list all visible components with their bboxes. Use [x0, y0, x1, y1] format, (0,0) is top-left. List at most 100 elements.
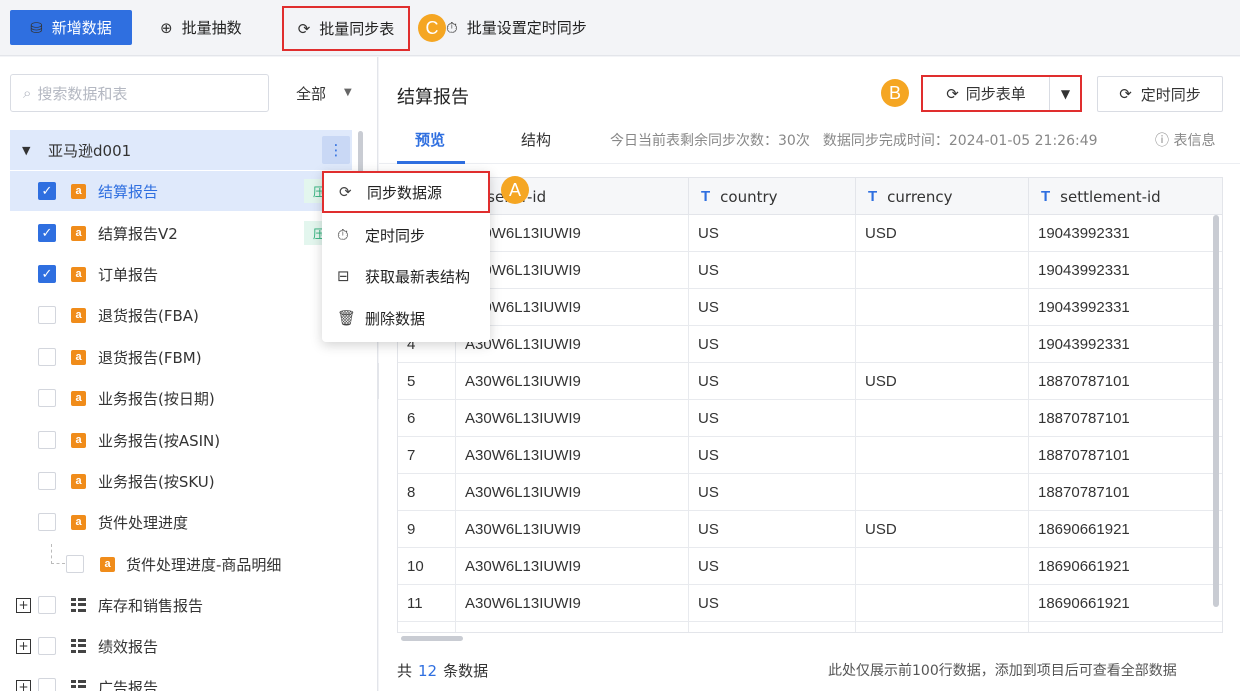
amazon-icon: a	[71, 183, 86, 199]
table-cell	[855, 474, 1028, 510]
menu-item-sync-source[interactable]: ⟳ 同步数据源	[322, 171, 490, 213]
table-row[interactable]: 4 A30W6L13IUWI9 US 19043992331	[398, 326, 1222, 363]
tree-item[interactable]: a 业务报告(按日期)	[10, 378, 352, 418]
table-cell: A30W6L13IUWI9	[455, 363, 688, 399]
checkbox[interactable]	[38, 513, 56, 531]
row-index-cell: 5	[407, 372, 416, 390]
checkbox[interactable]	[38, 306, 56, 324]
table-group-icon	[71, 679, 86, 691]
table-group-icon	[71, 638, 86, 654]
table-row[interactable]: 6 A30W6L13IUWI9 US 18870787101	[398, 400, 1222, 437]
text-type-icon: T	[701, 188, 711, 205]
data-table: Tseller-id Tcountry Tcurrency Tsettlemen…	[397, 177, 1223, 633]
schedule-sync-button[interactable]: ⟳ 定时同步	[1097, 76, 1223, 112]
timer-icon: ⏱	[337, 226, 349, 244]
annotation-marker-b: B	[881, 79, 909, 107]
tree-item[interactable]: a 货件处理进度-商品明细	[10, 544, 352, 584]
new-data-button[interactable]: ⛁ 新增数据	[10, 10, 132, 45]
table-row[interactable]: 10 A30W6L13IUWI9 US 18690661921	[398, 548, 1222, 585]
table-vertical-scrollbar[interactable]	[1213, 215, 1219, 607]
more-options-icon[interactable]: ⋮	[322, 136, 350, 164]
page-title: 结算报告	[397, 87, 469, 108]
tree-item-label: 结算报告	[98, 182, 159, 201]
tree-item-label: 退货报告(FBM)	[98, 348, 202, 367]
table-row[interactable]: 5 A30W6L13IUWI9 US USD 18870787101	[398, 363, 1222, 400]
amazon-icon: a	[71, 514, 86, 530]
expand-plus-icon[interactable]: +	[16, 638, 31, 654]
tree-item[interactable]: a 业务报告(按SKU)	[10, 461, 352, 501]
table-cell: USD	[855, 215, 1028, 251]
row-count-suffix: 条数据	[443, 662, 489, 680]
table-cell: US	[688, 474, 855, 510]
amazon-icon: a	[71, 225, 86, 241]
table-row[interactable]: 3A30W6L13IUWI9US19043992331	[398, 289, 1222, 326]
column-header[interactable]: Tsettlement-id	[1028, 178, 1222, 215]
search-input[interactable]: ⌕ 搜索数据和表	[10, 74, 269, 112]
tree-item[interactable]: a 退货报告(FBM)	[10, 337, 352, 377]
column-header[interactable]: Tcurrency	[855, 178, 1028, 215]
menu-item-schedule-sync[interactable]: ⏱ 定时同步	[322, 214, 490, 256]
batch-sync-button[interactable]: ⟳ 批量同步表	[282, 6, 410, 51]
batch-schedule-button[interactable]: ⏱ 批量设置定时同步	[446, 10, 587, 45]
checkbox[interactable]: ✓	[38, 182, 56, 200]
menu-item-fetch-schema[interactable]: ⊟ 获取最新表结构	[322, 255, 490, 297]
checkbox[interactable]	[38, 431, 56, 449]
menu-item-delete[interactable]: 🗑 删除数据	[322, 297, 490, 339]
table-cell: 18690661921	[1028, 511, 1222, 547]
table-cell: US	[688, 585, 855, 621]
table-horizontal-scrollbar[interactable]	[401, 636, 463, 641]
checkbox[interactable]	[38, 472, 56, 490]
tree-group[interactable]: + 库存和销售报告	[10, 585, 352, 625]
schema-refresh-icon: ⊟	[337, 267, 350, 285]
table-row[interactable]: 9 A30W6L13IUWI9 US USD 18690661921	[398, 511, 1222, 548]
expand-plus-icon[interactable]: +	[16, 597, 31, 613]
table-cell: 18690661921	[1028, 585, 1222, 621]
checkbox[interactable]	[38, 389, 56, 407]
table-cell: 19043992331	[1028, 326, 1222, 362]
tree-item[interactable]: ✓ a 结算报告V2 压	[10, 213, 352, 253]
checkbox[interactable]	[38, 348, 56, 366]
table-row[interactable]: 7 A30W6L13IUWI9 US 18870787101	[398, 437, 1222, 474]
tree-item[interactable]: ✓ a 结算报告 压	[10, 171, 352, 211]
filter-value: 全部	[296, 85, 327, 103]
tree-item[interactable]: ✓ a 订单报告	[10, 254, 352, 294]
filter-select[interactable]: 全部 ▼	[296, 83, 352, 104]
tab-structure[interactable]: 结构	[521, 129, 551, 150]
table-row[interactable]: 2A30W6L13IUWI9US19043992331	[398, 252, 1222, 289]
table-row[interactable]: 8 A30W6L13IUWI9 US 18870787101	[398, 474, 1222, 511]
tree-root-node[interactable]: ▼ 亚马逊d001 ⋮	[10, 130, 352, 170]
table-cell: A30W6L13IUWI9	[455, 548, 688, 584]
table-cell: US	[688, 289, 855, 325]
annotation-marker-a: A	[501, 176, 529, 204]
tab-preview[interactable]: 预览	[415, 129, 445, 150]
expand-triangle-icon[interactable]: ▼	[22, 144, 30, 157]
row-index-cell: 7	[407, 446, 416, 464]
tree-item[interactable]: a 货件处理进度	[10, 502, 352, 542]
table-row[interactable]: 12A30W6L13IUWI9US 18690661921	[398, 622, 1222, 632]
table-cell: 18870787101	[1028, 400, 1222, 436]
sync-form-dropdown-icon[interactable]: ▼	[1051, 77, 1080, 110]
checkbox[interactable]	[38, 637, 56, 655]
sync-form-button[interactable]: ⟳ 同步表单	[923, 77, 1050, 110]
text-type-icon: T	[868, 188, 878, 205]
checkbox[interactable]	[66, 555, 84, 573]
checkbox[interactable]: ✓	[38, 224, 56, 242]
tree-item[interactable]: a 业务报告(按ASIN)	[10, 420, 352, 460]
table-preview-panel: 结算报告 ⟳ 同步表单 ▼ ⟳ 定时同步 预览 结构 今日当前表剩余同步次数：3…	[379, 57, 1240, 691]
preview-note: 此处仅展示前100行数据，添加到项目后可查看全部数据	[828, 663, 1177, 679]
tree-item[interactable]: a 退货报告(FBA)	[10, 295, 352, 335]
checkbox[interactable]: ✓	[38, 265, 56, 283]
tree-item-label: 订单报告	[98, 265, 159, 284]
batch-extract-button[interactable]: ⊕ 批量抽数	[160, 10, 242, 45]
menu-item-label: 定时同步	[365, 226, 426, 245]
checkbox[interactable]	[38, 678, 56, 691]
tree-group[interactable]: + 绩效报告	[10, 626, 352, 666]
trash-icon: 🗑	[337, 309, 357, 327]
table-row[interactable]: 1A30W6L13IUWI9USUSD19043992331	[398, 215, 1222, 252]
checkbox[interactable]	[38, 596, 56, 614]
table-info-link[interactable]: ⓘ 表信息	[1155, 130, 1215, 150]
table-row[interactable]: 11 A30W6L13IUWI9 US 18690661921	[398, 585, 1222, 622]
expand-plus-icon[interactable]: +	[16, 679, 31, 691]
tree-group[interactable]: + 广告报告	[10, 667, 352, 691]
column-header[interactable]: Tcountry	[688, 178, 855, 215]
